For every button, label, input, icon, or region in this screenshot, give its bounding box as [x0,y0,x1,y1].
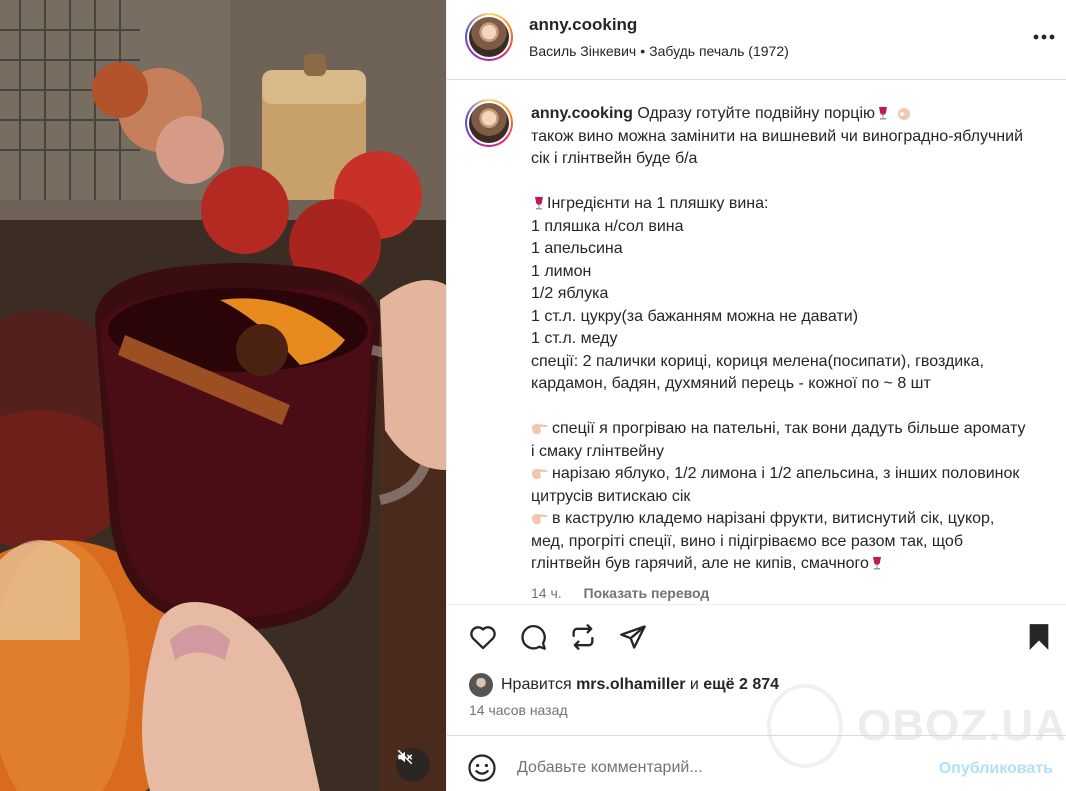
caption-line-2: також вино можна замінити на вишневий чи… [531,127,1028,168]
post-panel: anny.cooking Василь Зінкевич • Забудь печа… [446,0,1066,791]
caption-line-1: Одразу готуйте подвійну порцію [637,105,876,122]
bookmark-icon [1029,624,1049,650]
caption-text: anny.cooking Одразу готуйте подвійну пор… [531,103,1031,576]
ingredient-item: спеції: 2 палички кориці, кориця мелена(… [531,352,989,393]
caption-time: 14 ч. [531,585,562,601]
ingredient-item: 1 ст.л. цукру(за бажанням можна не дават… [531,307,859,325]
likes-count[interactable]: ещё 2 874 [703,676,779,694]
liker-avatar[interactable] [469,673,493,697]
send-icon [620,625,646,649]
smiley-icon[interactable] [467,753,497,783]
pointing-hand-icon [532,469,548,480]
audio-info: Василь Зінкевич • Забудь печаль (1972) [529,43,789,59]
likes-summary: Нравится mrs.olhamiller и ещё 2 874 [469,673,779,697]
ingredient-item: 1 ст.л. меду [531,330,618,347]
save-button[interactable] [1023,621,1055,653]
likes-prefix: Нравится [501,676,572,693]
ingredient-item: 1 пляшка н/сол вина [531,217,684,235]
pointing-hand-icon [532,424,548,435]
author-avatar[interactable] [465,13,513,61]
ingredient-item: 1 лимон [531,262,592,280]
comment-button[interactable] [517,621,549,653]
post-header: anny.cooking Василь Зінкевич • Забудь печа… [447,0,1066,80]
more-horizontal-icon [1033,34,1055,40]
step-item: спеції я прогріваю на пательні, так вони… [531,420,1030,460]
show-translation-button[interactable]: Показать перевод [584,585,710,601]
more-options-button[interactable] [1031,24,1057,50]
action-bar [447,604,1066,668]
post-media[interactable] [0,0,446,791]
audio-track[interactable]: Забудь печаль (1972) [649,43,789,59]
share-button[interactable] [617,621,649,653]
repost-icon [572,624,594,650]
ingredients-title: Інгредієнти на 1 пляшку вина: [547,195,769,212]
step-item: в каструлю кладемо нарізані фрукти, вити… [531,510,999,572]
wine-glass-icon [535,197,543,210]
ingredient-item: 1 апельсина [531,240,623,257]
caption-username[interactable]: anny.cooking [531,105,633,122]
pointing-hand-icon [532,514,548,525]
heart-icon [470,626,496,650]
author-username[interactable]: anny.cooking [529,15,637,35]
audio-artist[interactable]: Василь Зінкевич [529,43,636,59]
mute-button[interactable] [396,748,430,782]
audio-separator: • [640,43,646,59]
comment-bar: Опубликовать [447,735,1066,791]
post-time-ago[interactable]: 14 часов назад [469,702,568,718]
step-item: нарізаю яблуко, 1/2 лимона і 1/2 апельси… [531,465,1024,505]
caption-meta: 14 ч. Показать перевод [531,585,709,601]
ingredient-item: 1/2 яблука [531,285,609,302]
publish-button[interactable]: Опубликовать [939,760,1053,778]
caption-area: anny.cooking Одразу готуйте подвійну пор… [447,81,1066,604]
like-button[interactable] [467,621,499,653]
caption-author-avatar[interactable] [465,99,513,147]
speaker-muted-icon [397,749,413,765]
wine-glass-icon [872,557,881,570]
ok-hand-icon [898,108,911,120]
liker-username[interactable]: mrs.olhamiller [576,676,685,694]
mulled-wine-photo [0,0,446,791]
comment-input[interactable] [517,754,917,782]
comment-icon [521,625,546,650]
wine-glass-icon [879,107,888,120]
likes-middle: и [689,676,699,693]
repost-button[interactable] [567,621,599,653]
